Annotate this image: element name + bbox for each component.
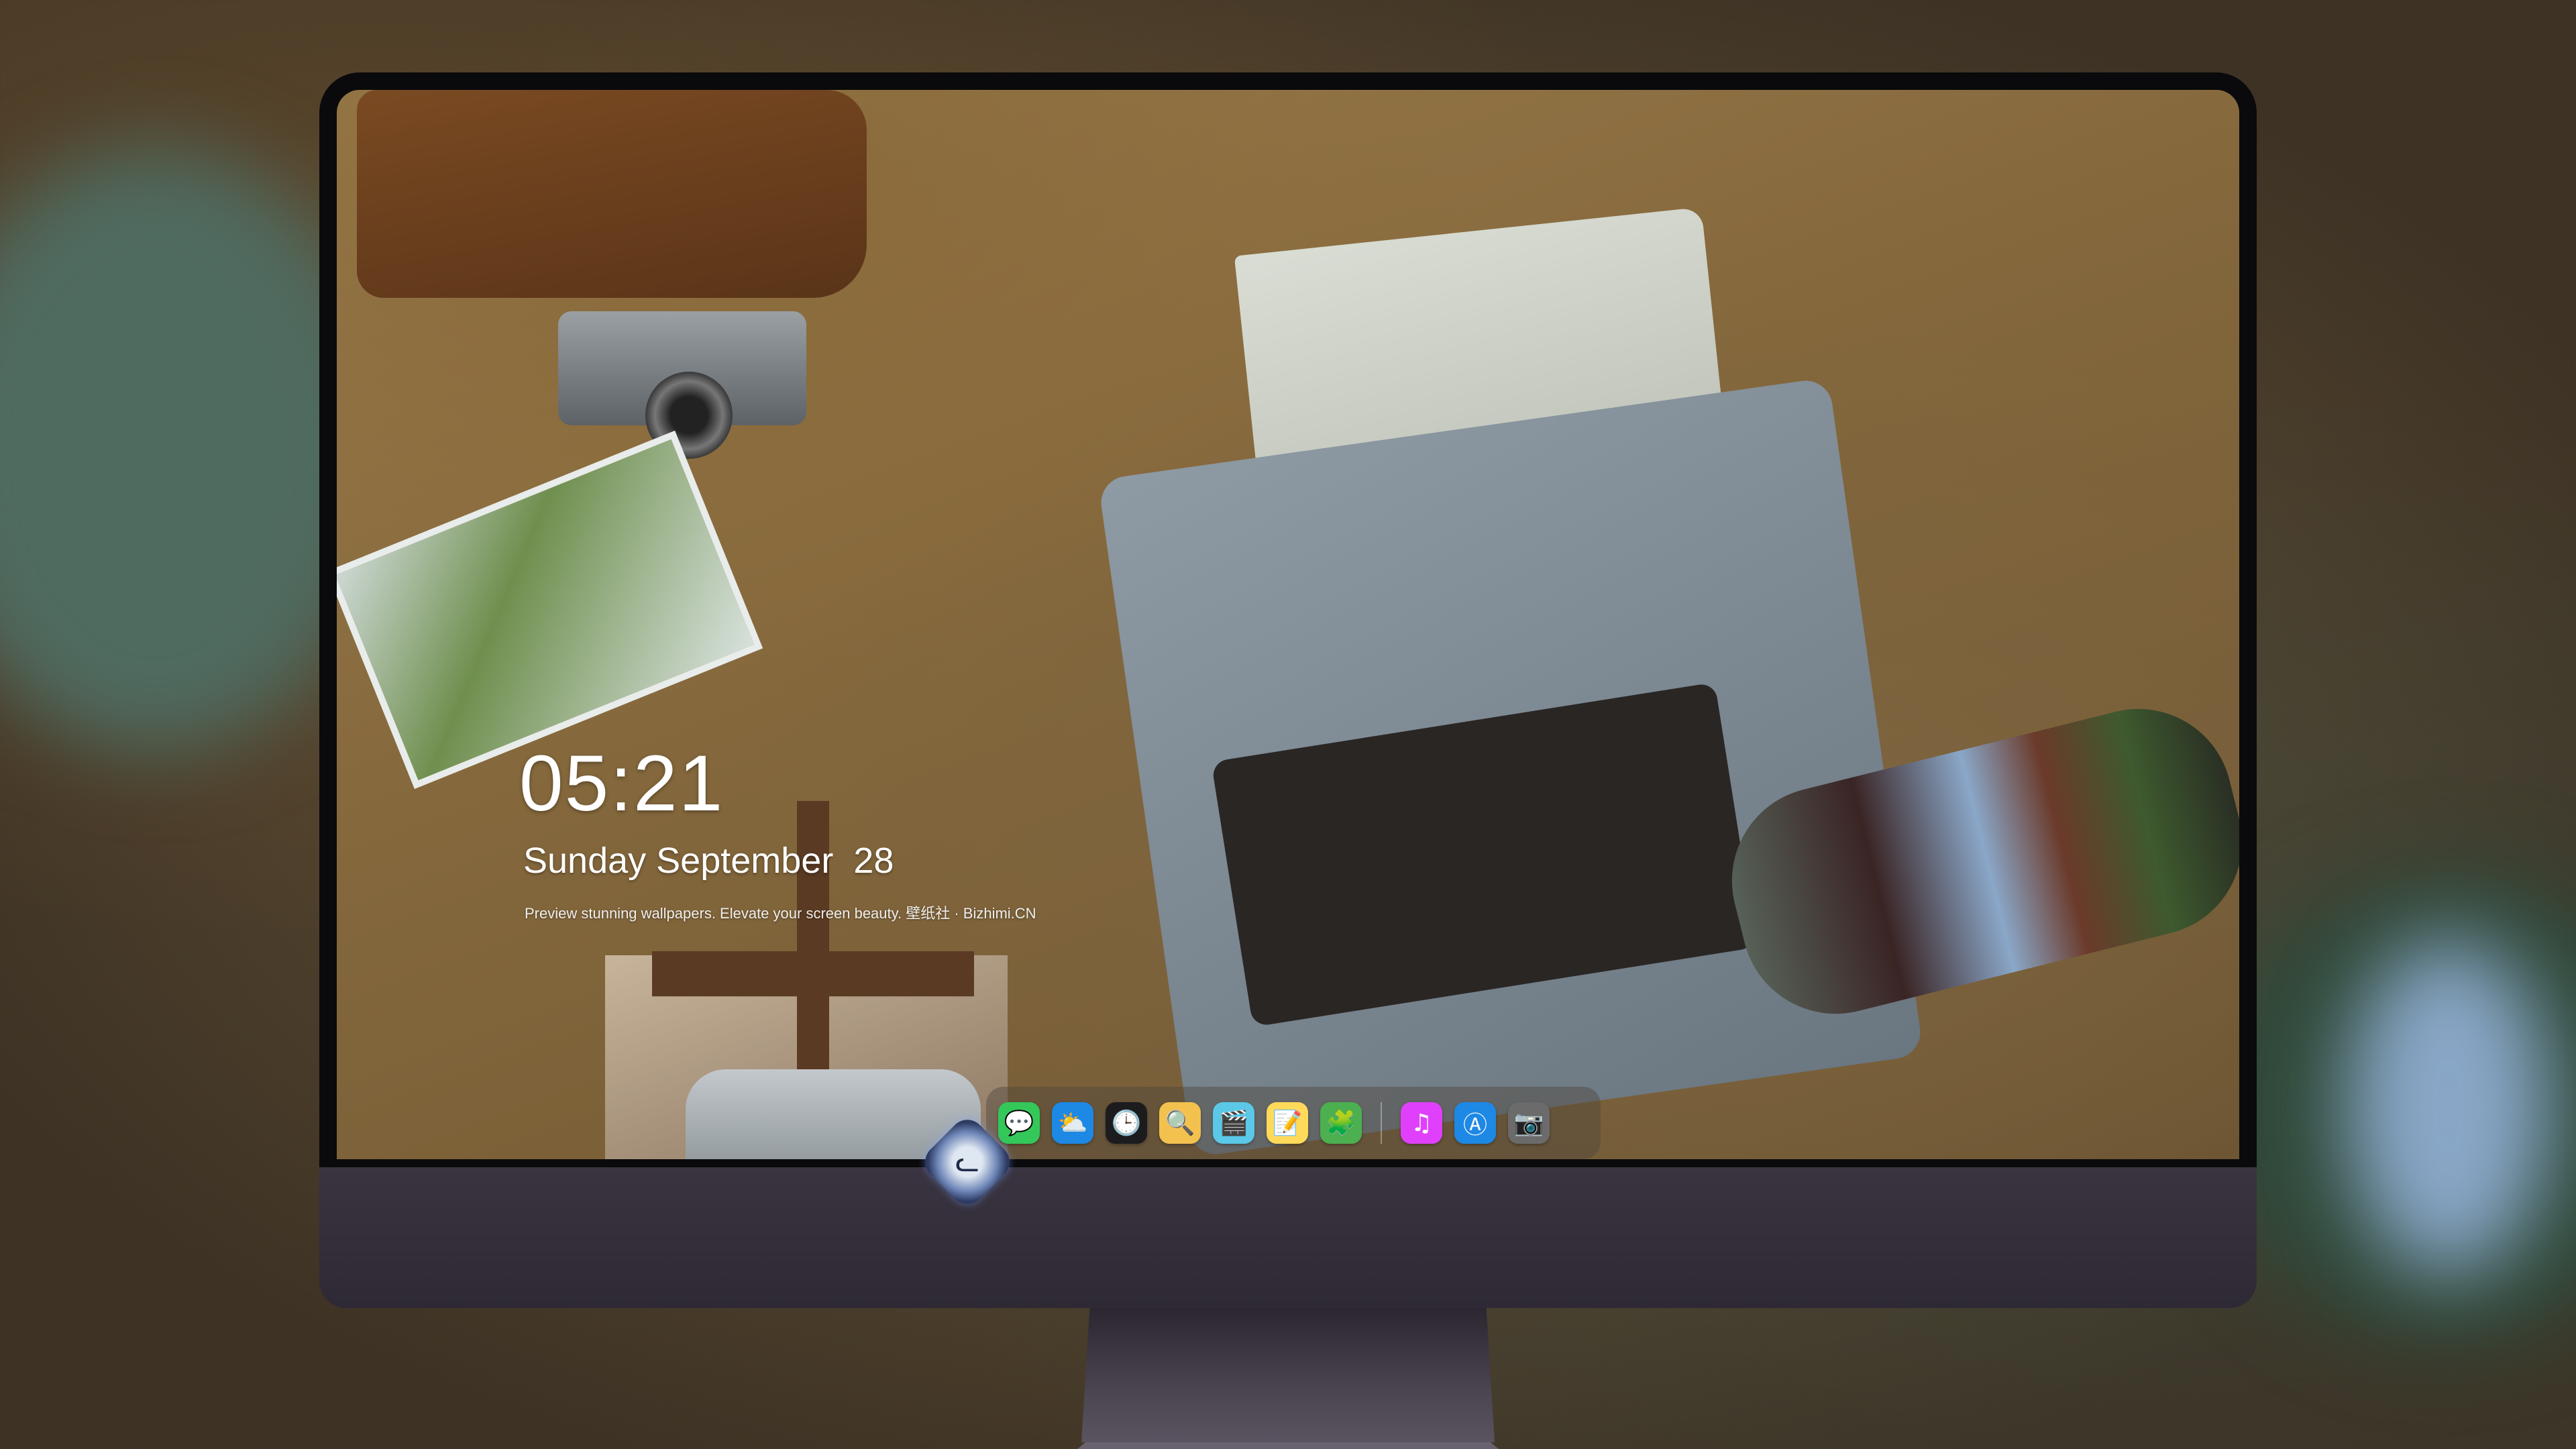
messages-icon[interactable]: 💬 — [998, 1102, 1040, 1144]
notes-icon[interactable]: 📝 — [1267, 1102, 1308, 1144]
monitor-chin — [319, 1167, 2257, 1308]
monitor-stand-foot — [990, 1442, 1586, 1449]
wallpaper-photos — [337, 430, 763, 790]
camera-icon[interactable]: 📷 — [1508, 1102, 1550, 1144]
dock-separator — [1381, 1102, 1382, 1144]
clock-time: 05:21 — [519, 739, 724, 828]
clock-date: Sunday September 28 — [523, 841, 894, 881]
preview-icon[interactable]: 🔍 — [1159, 1102, 1201, 1144]
desktop-screen: 05:21 Sunday September 28 Preview stunni… — [337, 90, 2239, 1159]
app-store-icon[interactable]: Ⓐ — [1454, 1102, 1496, 1144]
background-blur — [2348, 939, 2549, 1275]
cat-mascot-face-icon: ᓚ — [955, 1145, 979, 1178]
weather-icon[interactable]: ⛅ — [1052, 1102, 1093, 1144]
monitor-stand-neck — [1081, 1308, 1495, 1442]
wallpaper-tagline: Preview stunning wallpapers. Elevate you… — [525, 905, 1036, 922]
clock-icon[interactable]: 🕒 — [1106, 1102, 1147, 1144]
music-icon[interactable]: ♫ — [1401, 1102, 1442, 1144]
monitor: 05:21 Sunday September 28 Preview stunni… — [319, 72, 2257, 1449]
wallpaper-bag — [357, 90, 867, 298]
photo-booth-icon[interactable]: 🧩 — [1320, 1102, 1362, 1144]
dock: 💬 ⛅ 🕒 🔍 🎬 📝 🧩 ♫ Ⓐ 📷 — [986, 1087, 1601, 1159]
claquette-icon[interactable]: 🎬 — [1213, 1102, 1254, 1144]
